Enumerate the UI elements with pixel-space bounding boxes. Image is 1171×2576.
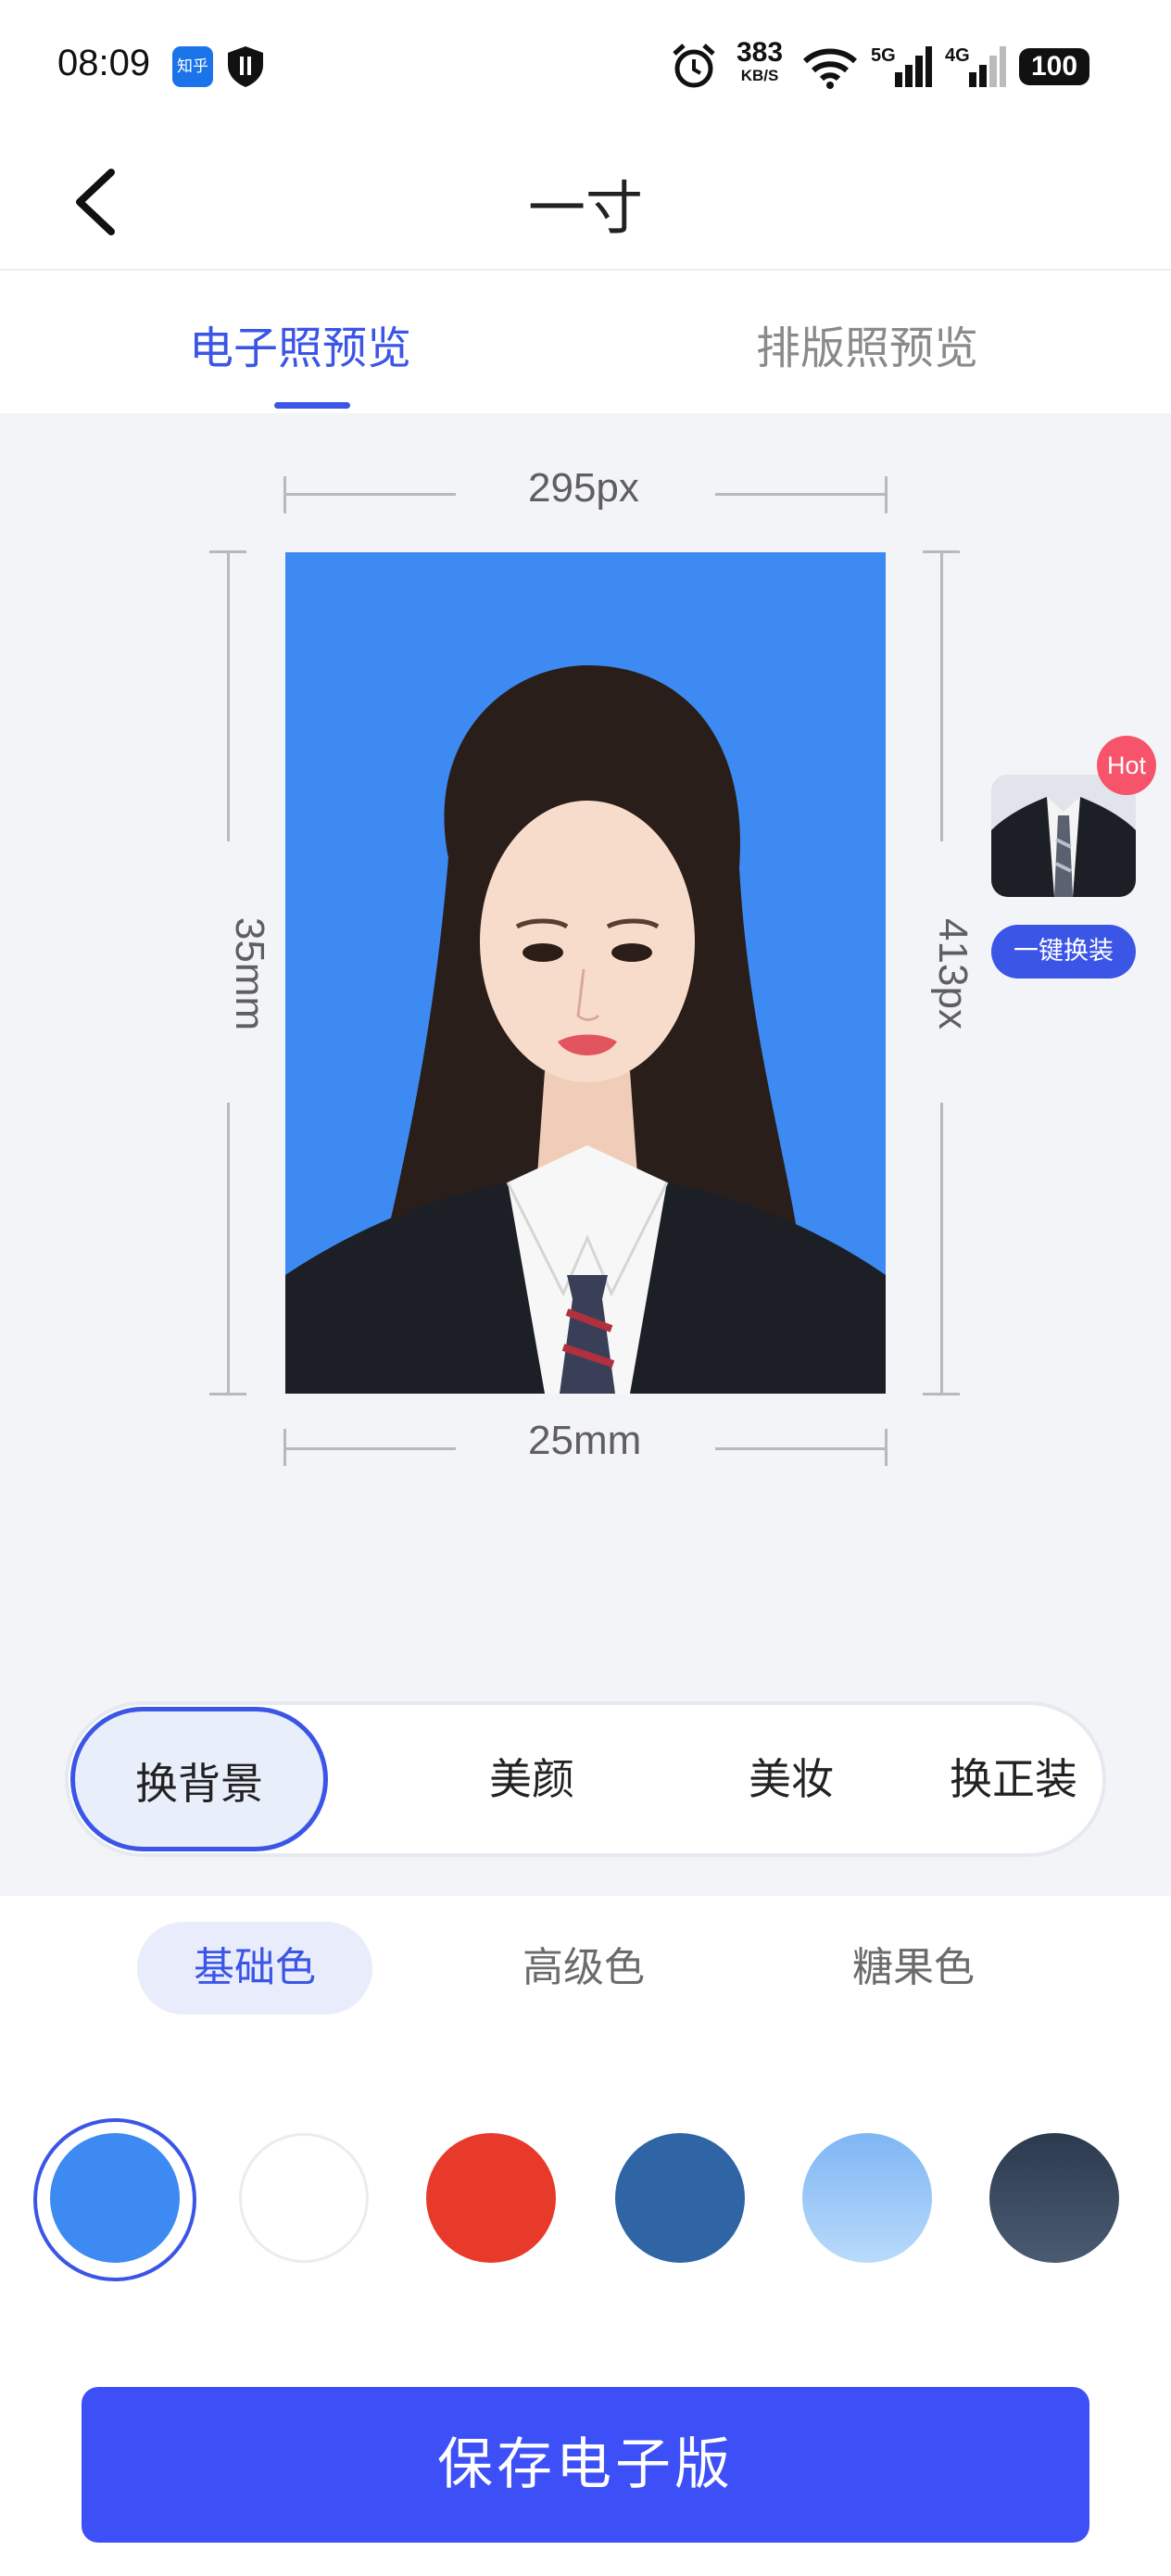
preview-tabs: 电子照预览 排版照预览 [0, 271, 1171, 413]
shield-icon [228, 46, 263, 87]
dim-left-line-top [227, 552, 230, 841]
swatch-red[interactable] [426, 2133, 556, 2263]
dim-left-tick-bottom [209, 1393, 246, 1395]
swatch-gradient-dark-gray[interactable] [989, 2133, 1119, 2263]
signal-4g-label: 4G [945, 45, 970, 66]
battery-indicator: 100 [1019, 48, 1089, 85]
dim-bottom-line-left [285, 1447, 456, 1450]
hot-badge: Hot [1097, 736, 1156, 795]
wifi-icon [802, 48, 858, 89]
category-premium-colors[interactable]: 高级色 [472, 1922, 695, 2014]
nav-header: 一寸 [0, 130, 1171, 271]
dim-top-line-left [285, 493, 456, 496]
category-basic-colors[interactable]: 基础色 [137, 1922, 372, 2014]
category-candy-colors[interactable]: 糖果色 [802, 1922, 1025, 2014]
color-category-row: 基础色 高级色 糖果色 [0, 1896, 1171, 2035]
swatch-blue[interactable] [50, 2133, 180, 2263]
function-segmented-bar: 换背景 美颜 美妆 换正装 [65, 1701, 1106, 1857]
page-title: 一寸 [527, 174, 643, 242]
swatch-white[interactable] [239, 2133, 369, 2263]
height-px-label: 413px [929, 918, 976, 1029]
width-px-label: 295px [528, 465, 639, 511]
tab-indicator [274, 402, 350, 409]
func-change-background[interactable]: 换背景 [70, 1707, 328, 1851]
func-change-suit[interactable]: 换正装 [902, 1705, 1125, 1853]
suit-thumbnail[interactable] [991, 775, 1136, 897]
id-photo-preview [285, 552, 886, 1394]
signal-4g-icon: 4G [945, 45, 1006, 87]
zhihu-app-icon: 知乎 [172, 46, 213, 87]
dim-left-line-bottom [227, 1103, 230, 1394]
alarm-icon [673, 44, 715, 88]
save-electronic-button[interactable]: 保存电子版 [82, 2387, 1089, 2543]
status-bar: 08:09 知乎 383 KB/S 5G 4G 100 [0, 0, 1171, 130]
dim-right-line-bottom [940, 1103, 943, 1394]
net-speed: 383 KB/S [736, 37, 784, 85]
dim-bottom-line-right [715, 1447, 886, 1450]
swatch-dark-blue[interactable] [615, 2133, 745, 2263]
status-time: 08:09 [57, 43, 151, 83]
swatch-gradient-light-blue[interactable] [802, 2133, 932, 2263]
portrait-illustration [285, 664, 886, 1394]
signal-5g-label: 5G [871, 45, 896, 66]
dim-right-line-top [940, 552, 943, 841]
width-mm-label: 25mm [528, 1418, 642, 1463]
dim-top-tick-right [885, 476, 888, 513]
dim-right-tick-bottom [923, 1393, 960, 1395]
signal-5g-icon: 5G [871, 45, 932, 87]
suit-icon [991, 775, 1136, 897]
one-click-suit-button[interactable]: 一键换装 [991, 925, 1136, 979]
func-beauty[interactable]: 美颜 [421, 1705, 643, 1853]
height-mm-label: 35mm [227, 916, 273, 1031]
tab-electronic-preview[interactable]: 电子照预览 [189, 311, 411, 376]
dim-top-line-right [715, 493, 886, 496]
tab-layout-preview[interactable]: 排版照预览 [756, 311, 978, 376]
dim-bottom-tick-right [885, 1429, 888, 1466]
func-makeup[interactable]: 美妆 [680, 1705, 902, 1853]
